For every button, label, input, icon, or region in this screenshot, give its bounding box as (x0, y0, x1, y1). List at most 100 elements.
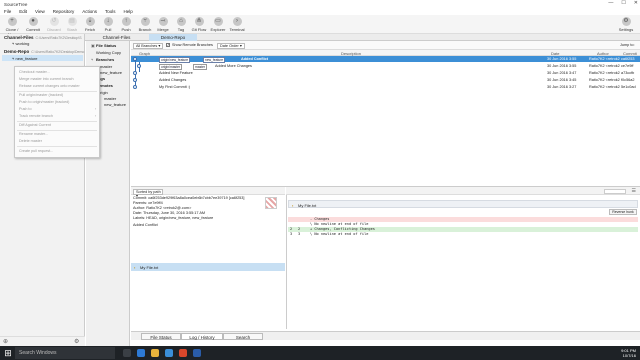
task-view-icon[interactable] (123, 349, 131, 357)
changed-file-row[interactable]: ▪ My File.txt (131, 263, 285, 271)
close-button[interactable]: ✕ (634, 0, 638, 8)
menu-file[interactable]: File (4, 8, 11, 15)
diff-search-input[interactable] (604, 188, 626, 194)
nav-branch-new-feature[interactable]: new_feature (100, 70, 122, 75)
menu-item-pull-request[interactable]: Create pull request... (19, 149, 53, 153)
detail-commit: Commit: ca6f253de929f63a8a0cea0eb6b7cbb7… (133, 196, 245, 200)
menu-view[interactable]: View (35, 8, 45, 15)
repo-demo-repo[interactable]: Demo-Repo C:\Users\Ratio7K2\Desktop\Demo (4, 49, 84, 54)
commit-row[interactable]: My First Commit :) 30 Jun 2016 3:27 Rati… (131, 84, 640, 90)
commit-row[interactable]: Added Changes 30 Jun 2016 3:45 Ratio7K2 … (131, 77, 640, 83)
diff-line-text: + Changes, Conflicting Changes (310, 227, 375, 232)
menu-actions[interactable]: Actions (82, 8, 97, 15)
store-icon[interactable] (165, 349, 173, 357)
push-button[interactable]: ↑ Push (116, 17, 136, 32)
commit-button[interactable]: ● Commit (23, 17, 43, 32)
git-flow-label: Git Flow (191, 27, 207, 32)
diff-new-line-number: 2 (298, 227, 301, 232)
tab-demo-repo[interactable]: Demo-Repo (149, 34, 197, 41)
menu-item-push-to[interactable]: Push to (19, 107, 32, 111)
pull-button[interactable]: ↓ Pull (98, 17, 118, 32)
jump-to-label[interactable]: Jump to: (620, 43, 635, 47)
nav-working-copy[interactable]: Working Copy (96, 50, 121, 55)
sourcetree-icon[interactable] (193, 349, 201, 357)
commit-row[interactable]: origin/new_feature new_feature Added Con… (131, 56, 640, 63)
fetch-button[interactable]: ⇣ Fetch (80, 17, 100, 32)
commit-hash: 5e1c0ad (621, 84, 636, 89)
minimize-button[interactable]: — (608, 0, 613, 8)
diff-options-icon[interactable]: ☰ (632, 188, 636, 194)
windows-start-icon[interactable]: ⊞ (3, 348, 13, 358)
tab-log-history[interactable]: Log / History (181, 333, 223, 340)
toolbar: +Clone / New ●Commit ↺Discard ▤Stash ⇣Fe… (0, 15, 640, 37)
menu-tools[interactable]: Tools (105, 8, 116, 15)
tab-search[interactable]: Search (223, 333, 263, 340)
explorer-button[interactable]: ▭ Explorer (208, 17, 228, 32)
nav-file-status[interactable]: File Status (96, 43, 116, 48)
menu-item-pull[interactable]: Pull origin/master (tracked) (19, 93, 63, 97)
bottom-tabs: File Status Log / History Search (131, 331, 640, 340)
repo-channel-files[interactable]: Channel-Files C:\Users\Ratio7K2\Desktop\S (4, 35, 82, 40)
diff-old-line-number: 2 (290, 227, 293, 232)
menu-divider (17, 121, 97, 122)
merge-button[interactable]: ⤙ Merge (153, 17, 173, 32)
col-date[interactable]: Date (551, 51, 559, 56)
menu-item-rename[interactable]: Rename master... (19, 132, 48, 136)
nav-branches[interactable]: Branches (96, 57, 114, 62)
commit-row[interactable]: Added New Feature 30 Jun 2016 3:47 Ratio… (131, 70, 640, 76)
file-status-icon: ▣ (91, 43, 95, 48)
col-commit[interactable]: Commit (623, 51, 637, 56)
taskbar-search-input[interactable]: Search Windows (15, 347, 115, 359)
show-remote-checkbox[interactable]: ✓ (166, 43, 170, 47)
git-flow-button[interactable]: ⋔ Git Flow (189, 17, 209, 32)
maximize-button[interactable]: ☐ (621, 0, 625, 8)
menu-item-checkout[interactable]: Checkout master... (19, 70, 50, 74)
menu-item-push-tracked[interactable]: Push to origin/master (tracked) (19, 100, 69, 104)
reverse-hunk-button[interactable]: Reverse hunk (609, 209, 637, 215)
menu-repository[interactable]: Repository (53, 8, 75, 15)
settings-button[interactable]: ⚙ Settings (616, 17, 636, 32)
file-explorer-icon[interactable] (151, 349, 159, 357)
menu-item-merge[interactable]: Merge master into current branch (19, 77, 74, 81)
col-author[interactable]: Author (597, 51, 609, 56)
branch-button[interactable]: ⑂ Branch (135, 17, 155, 32)
terminal-button[interactable]: › Terminal (227, 17, 247, 32)
menu-help[interactable]: Help (124, 8, 133, 15)
discard-button[interactable]: ↺ Discard (44, 17, 64, 32)
nav-remote-new-feature[interactable]: new_feature (104, 102, 126, 107)
repo-branch: ⑂ new_feature (12, 56, 38, 61)
diff-file-header: ▪ My File.txt (288, 200, 638, 208)
branch-filter-select[interactable]: All Branches ▾ (133, 42, 163, 49)
branch-label: Branch (138, 27, 152, 32)
commit-date: 30 Jun 2016 3:27 (547, 84, 577, 89)
menu-item-delete[interactable]: Delete master (19, 139, 42, 143)
edge-icon[interactable] (137, 349, 145, 357)
settings-label: Settings (618, 27, 634, 32)
col-description[interactable]: Description (341, 51, 361, 56)
menu-item-rebase[interactable]: Rebase current changes onto master (19, 84, 80, 88)
tab-channel-files[interactable]: Channel-Files (85, 34, 148, 41)
col-graph[interactable]: Graph (139, 51, 150, 56)
nav-branch-master[interactable]: master (100, 64, 112, 69)
gear-icon[interactable]: ⚙ (74, 338, 79, 345)
commit-row[interactable]: origin/master master Added More Changes … (131, 63, 640, 70)
tab-file-status[interactable]: File Status (141, 333, 181, 340)
repo-path: C:\Users\Ratio7K2\Desktop\Demo (31, 50, 85, 54)
pull-icon: ↓ (103, 17, 113, 26)
diff-old-line-number: 3 (290, 232, 293, 237)
add-repo-icon[interactable]: ⊕ (3, 338, 8, 345)
nav-remote-master[interactable]: master (104, 96, 116, 101)
chrome-icon[interactable] (179, 349, 187, 357)
taskbar-clock[interactable]: 9:01 PM 10/7/16 (621, 348, 636, 358)
diff-line-text: \ No newline at end of file (310, 222, 369, 227)
sort-select[interactable]: Sorted by path ▾ (133, 188, 163, 198)
commit-date: 30 Jun 2016 3:47 (547, 70, 577, 75)
menu-edit[interactable]: Edit (19, 8, 27, 15)
order-select[interactable]: Date Order ▾ (217, 42, 245, 49)
tag-button[interactable]: ⌂ Tag (171, 17, 191, 32)
repo-name: Channel-Files (4, 35, 34, 40)
menu-item-track-remote[interactable]: Track remote branch (19, 114, 53, 118)
stash-button[interactable]: ▤ Stash (62, 17, 82, 32)
menu-item-diff[interactable]: Diff Against Current (19, 123, 51, 127)
order-value: Date Order (220, 43, 239, 48)
